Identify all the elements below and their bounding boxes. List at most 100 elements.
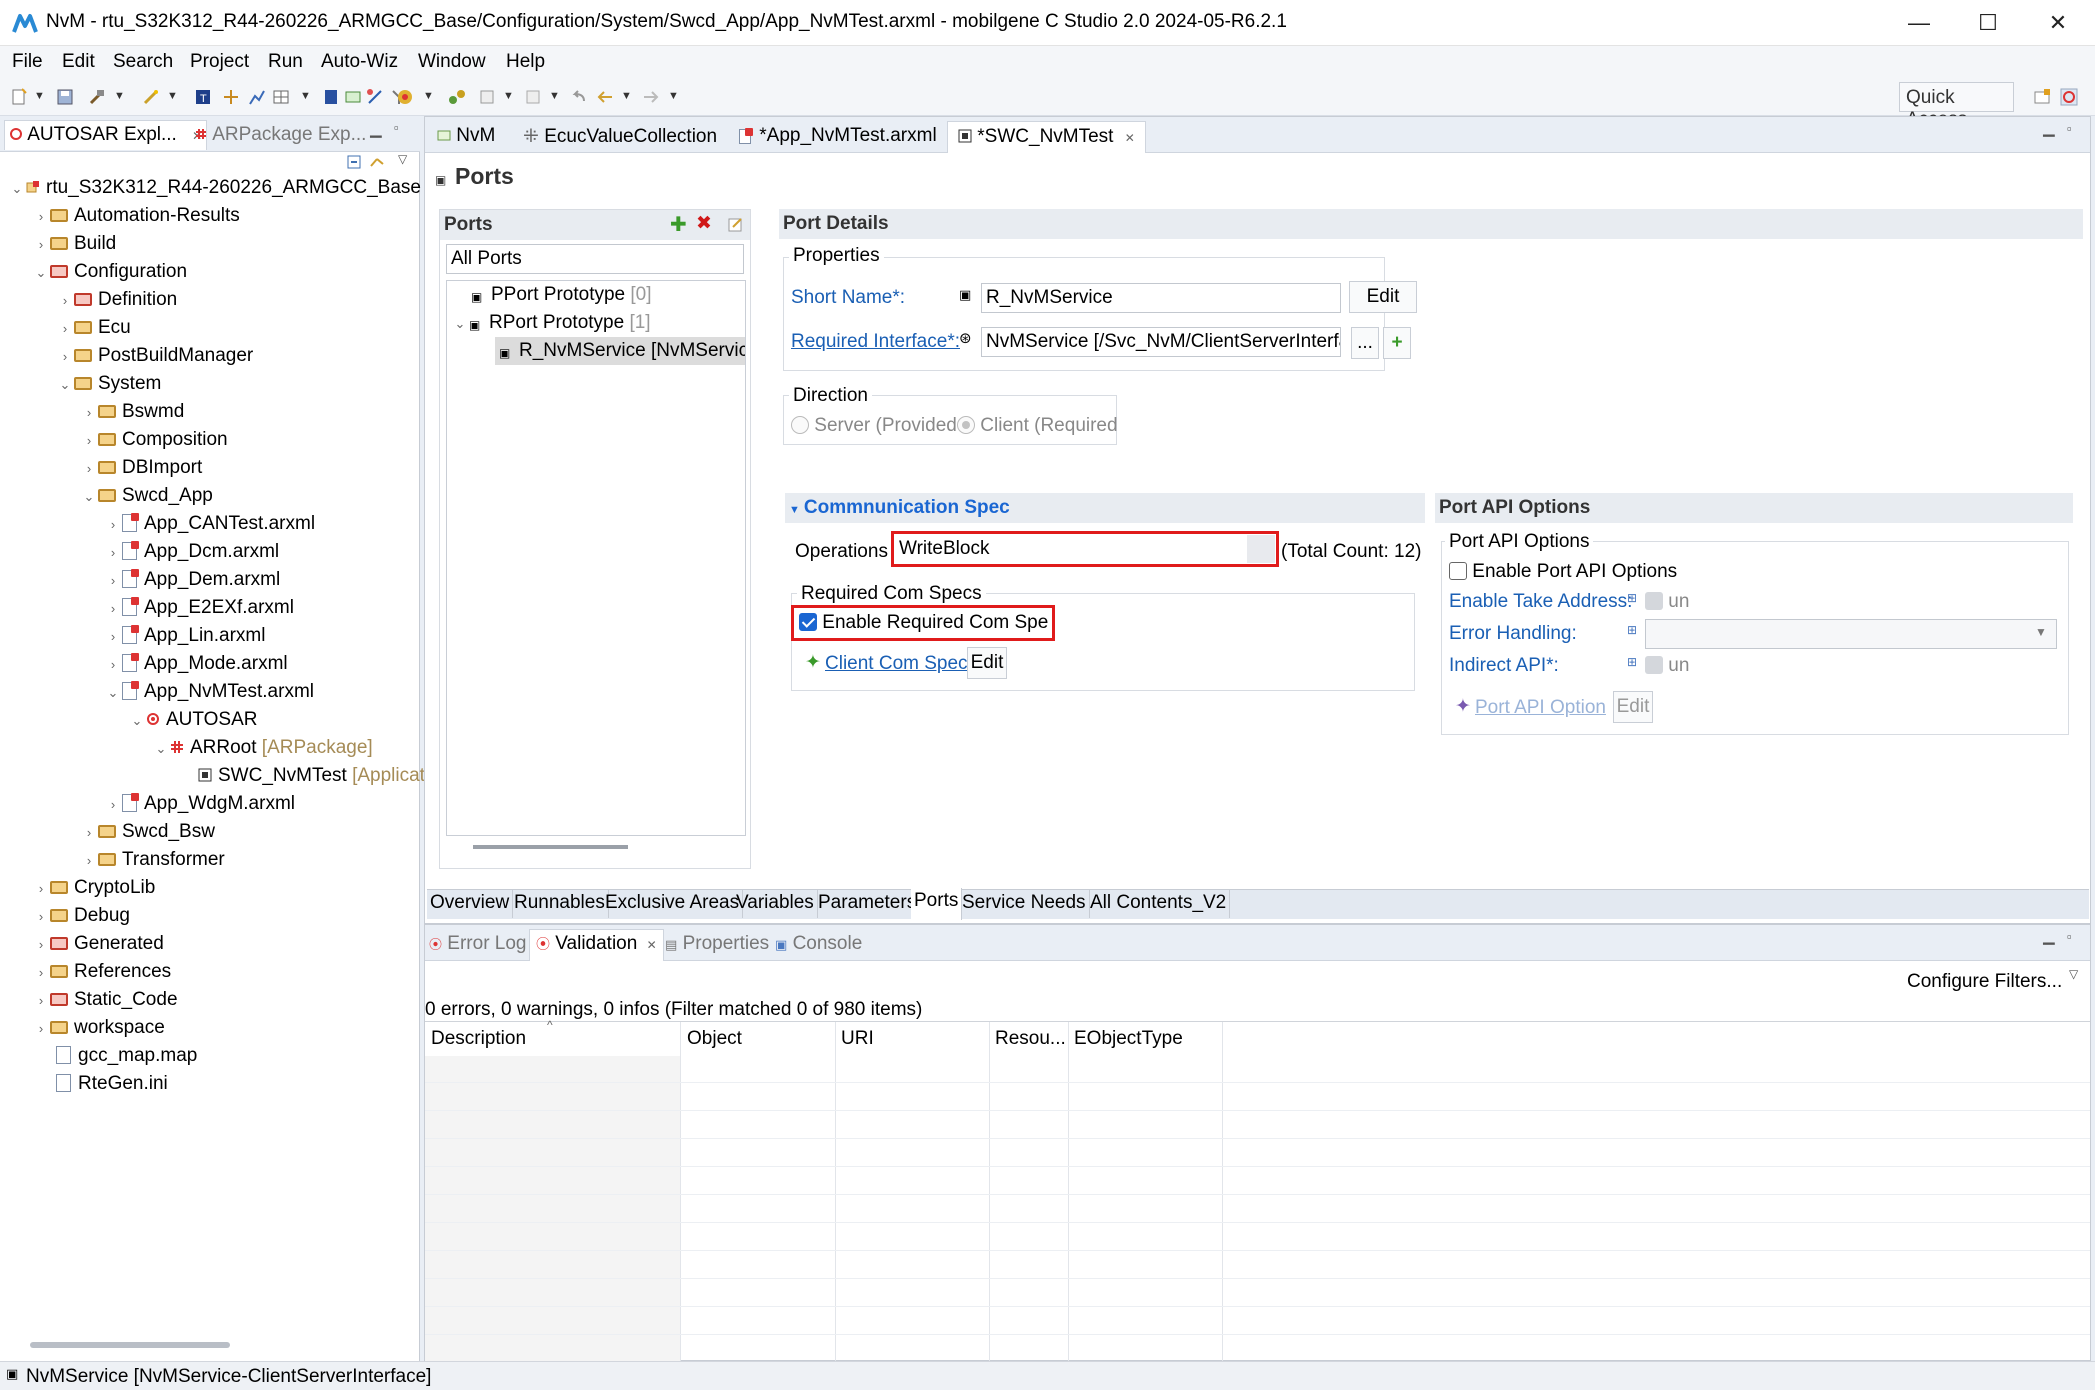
tree-item-project[interactable]: ⌄ rtu_S32K312_R44-260226_ARMGCC_Base [8, 174, 421, 202]
autosar-icon[interactable] [396, 88, 414, 106]
short-name-field[interactable]: R_NvMService [981, 283, 1341, 313]
tree-item-app-dcm[interactable]: › App_Dcm.arxml [104, 538, 279, 566]
expand-arrow-icon[interactable]: › [32, 903, 50, 931]
tree-item-bswmd[interactable]: › Bswmd [80, 398, 184, 426]
edit-port-icon[interactable] [728, 216, 744, 232]
enable-port-api-checkbox[interactable]: Enable Port API Options [1449, 561, 1691, 583]
menu-run[interactable]: Run [268, 51, 303, 73]
collapse-arrow-icon[interactable]: ⌄ [451, 310, 469, 338]
expand-arrow-icon[interactable]: › [104, 651, 122, 679]
tab-properties[interactable]: ▤ Properties [665, 933, 769, 955]
tab-nvm[interactable]: NvM [427, 121, 505, 153]
menu-search[interactable]: Search [113, 51, 173, 73]
maximize-view-icon[interactable]: ▫ [2067, 929, 2072, 944]
expand-arrow-icon[interactable]: › [80, 819, 98, 847]
tree-item-gcc-map[interactable]: gcc_map.map [56, 1042, 197, 1070]
port-filter-select[interactable]: All Ports [446, 244, 744, 274]
minimize-view-icon[interactable]: ▁ [2043, 927, 2055, 945]
minimize-button[interactable]: — [1891, 8, 1947, 38]
column-uri[interactable]: URI [841, 1028, 874, 1050]
connect-icon[interactable] [448, 88, 466, 106]
quick-access-input[interactable]: Quick Access [1899, 82, 2014, 130]
tree-item-autosar[interactable]: ⌄ AUTOSAR [128, 706, 258, 734]
menu-edit[interactable]: Edit [62, 51, 95, 73]
tree-item-app-lin[interactable]: › App_Lin.arxml [104, 622, 265, 650]
page-tab-parameters[interactable]: Parameters [815, 890, 921, 918]
history-dropdown-icon[interactable]: ▼ [549, 90, 560, 102]
open-perspective-icon[interactable] [2033, 88, 2051, 106]
menu-help[interactable]: Help [506, 51, 545, 73]
page-tab-exclusive-areas[interactable]: Exclusive Areas [602, 890, 744, 918]
expand-arrow-icon[interactable]: › [32, 1015, 50, 1043]
page-tab-service-needs[interactable]: Service Needs [959, 890, 1090, 918]
tree-item-app-dem[interactable]: › App_Dem.arxml [104, 566, 280, 594]
page-tab-ports[interactable]: Ports [911, 888, 963, 920]
link-tool-icon[interactable] [366, 88, 384, 106]
tree-item-cryptolib[interactable]: › CryptoLib [32, 874, 156, 902]
expand-arrow-icon[interactable]: › [104, 595, 122, 623]
client-com-spec-edit-button[interactable]: Edit [967, 647, 1007, 679]
server-radio[interactable]: Server (Provided [791, 415, 957, 437]
back-dropdown-icon[interactable]: ▼ [621, 90, 632, 102]
grid-dropdown-icon[interactable]: ▼ [300, 90, 311, 102]
tree-item-rtegen-ini[interactable]: RteGen.ini [56, 1070, 168, 1098]
expand-arrow-icon[interactable]: › [32, 931, 50, 959]
tab-ecucvaluecollection[interactable]: ⁜ EcucValueCollection [513, 121, 727, 153]
chevron-down-icon[interactable]: ▼ [2035, 625, 2047, 639]
autosar-dropdown-icon[interactable]: ▼ [423, 90, 434, 102]
page-tab-runnables[interactable]: Runnables [511, 890, 609, 918]
client-com-spec-link[interactable]: Client Com Spec [825, 653, 968, 675]
tree-item-app-e2exf[interactable]: › App_E2EXf.arxml [104, 594, 294, 622]
close-tab-icon[interactable]: ✕ [647, 938, 657, 952]
tab-swc-nvmtest[interactable]: *SWC_NvMTest ✕ [947, 121, 1146, 153]
expand-arrow-icon[interactable]: › [104, 567, 122, 595]
expand-arrow-icon[interactable]: › [56, 343, 74, 371]
tree-item-app-mode[interactable]: › App_Mode.arxml [104, 650, 288, 678]
add-interface-button[interactable]: + [1383, 327, 1411, 359]
ports-scrollbar[interactable] [473, 845, 628, 849]
page-tab-all-contents[interactable]: All Contents_V2 [1087, 890, 1231, 918]
explorer-scrollbar[interactable] [30, 1342, 230, 1348]
tree-item-composition[interactable]: › Composition [80, 426, 228, 454]
column-description[interactable]: Description [431, 1028, 526, 1050]
tab-error-log[interactable]: ⦿ Error Log [429, 933, 527, 955]
required-interface-link[interactable]: Required Interface*: [791, 331, 960, 353]
form-toggle-icon[interactable]: ▣ [435, 173, 446, 187]
book-icon[interactable] [322, 88, 340, 106]
column-object[interactable]: Object [687, 1028, 742, 1050]
build-dropdown-icon[interactable]: ▼ [114, 90, 125, 102]
collapse-all-icon[interactable] [346, 154, 362, 170]
tree-item-pport-prototype[interactable]: ▣ PPort Prototype [0] [471, 281, 652, 309]
save-icon[interactable] [56, 88, 74, 106]
export-dropdown-icon[interactable]: ▼ [503, 90, 514, 102]
tab-validation[interactable]: ⦿ Validation ✕ [529, 929, 664, 961]
tab-arpackage-explorer[interactable]: ARPackage Exp... [194, 124, 366, 146]
undo-icon[interactable] [570, 88, 588, 106]
tab-autosar-explorer[interactable]: AUTOSAR Expl... ✕ [4, 120, 208, 150]
new-icon[interactable] [10, 88, 28, 106]
client-radio[interactable]: Client (Required [957, 415, 1118, 437]
tree-item-swc-nvmtest[interactable]: SWC_NvMTest [Applicat [198, 762, 425, 790]
expand-arrow-icon[interactable]: › [104, 511, 122, 539]
collapse-arrow-icon[interactable]: ⌄ [104, 679, 122, 707]
tree-item-generated[interactable]: › Generated [32, 930, 164, 958]
collapse-arrow-icon[interactable]: ⌄ [8, 175, 26, 203]
collapse-arrow-icon[interactable]: ⌄ [152, 735, 170, 763]
collapse-arrow-icon[interactable]: ⌄ [128, 707, 146, 735]
browse-interface-button[interactable]: ... [1351, 327, 1379, 359]
tree-item-swcd-bsw[interactable]: › Swcd_Bsw [80, 818, 215, 846]
port-api-option-edit-button[interactable]: Edit [1613, 691, 1653, 723]
tree-item-debug[interactable]: › Debug [32, 902, 130, 930]
forward-icon[interactable] [642, 88, 660, 106]
close-tab-icon[interactable]: ✕ [1125, 131, 1135, 145]
indirect-api-value[interactable]: un [1645, 655, 1689, 677]
maximize-button[interactable]: ☐ [1960, 8, 2016, 38]
tree-item-rport-prototype[interactable]: ⌄ ▣ RPort Prototype [1] [451, 309, 651, 337]
autosar-perspective-icon[interactable] [2060, 88, 2078, 106]
expand-arrow-icon[interactable]: › [80, 847, 98, 875]
menu-file[interactable]: File [12, 51, 43, 73]
history-icon[interactable] [524, 88, 542, 106]
short-name-edit-button[interactable]: Edit [1349, 281, 1417, 313]
forward-dropdown-icon[interactable]: ▼ [668, 90, 679, 102]
build-icon[interactable] [88, 88, 106, 106]
